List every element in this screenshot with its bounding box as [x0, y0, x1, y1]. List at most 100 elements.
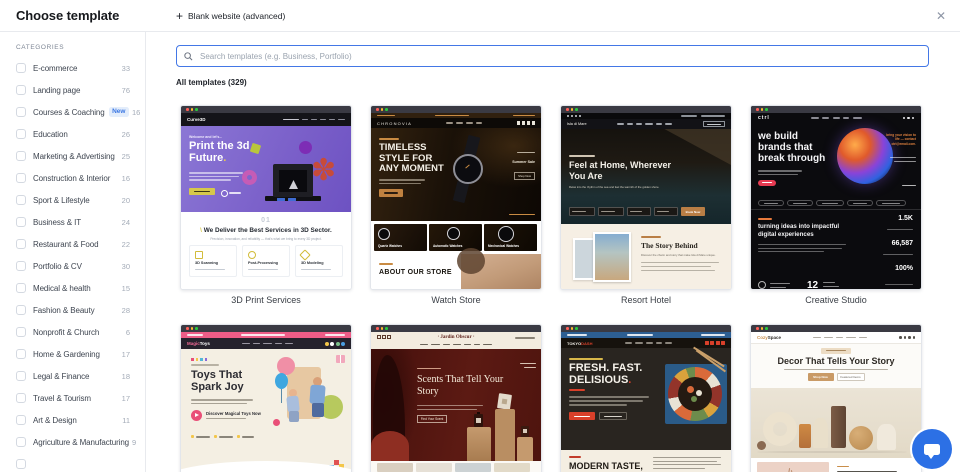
decorative-dots	[191, 358, 207, 361]
hero-heading: Feel at Home, Wherever You Are	[569, 160, 681, 182]
category-checkbox[interactable]	[16, 283, 26, 293]
hero-cta-label: Discover Magical Toys Now	[206, 411, 261, 416]
template-card-watch-store[interactable]: CHRONOVIA TIMELESS STYLE FOR ANY MOMENT	[370, 105, 542, 305]
template-card-toys[interactable]: MagicToys Toys That Spark Joy Discover M…	[180, 324, 352, 472]
category-checkbox[interactable]	[16, 239, 26, 249]
sidebar-item-travel-tourism[interactable]: Travel & Tourism17	[0, 387, 145, 409]
story-text: Discover the charm and story that make I…	[641, 253, 725, 257]
sidebar-item-landing-page[interactable]: Landing page76	[0, 79, 145, 101]
social-icons	[899, 336, 915, 339]
browser-bar	[751, 325, 921, 332]
sidebar-item-sport-lifestyle[interactable]: Sport & Lifestyle20	[0, 189, 145, 211]
sidebar-item-portfolio-cv[interactable]: Portfolio & CV30	[0, 255, 145, 277]
category-checkbox[interactable]	[16, 415, 26, 425]
site-logo: MagicToys	[187, 341, 210, 346]
category-checkbox[interactable]	[16, 393, 26, 403]
browser-bar	[371, 325, 541, 332]
browser-bar	[181, 325, 351, 332]
hero-tagline: Welcome and let's...	[189, 135, 222, 139]
category-checkbox[interactable]	[16, 327, 26, 337]
template-card-resort-hotel[interactable]: Isla di Mare Feel at Home, Wherever You …	[560, 105, 732, 305]
sidebar-item-agriculture-manufacturing[interactable]: Agriculture & Manufacturing9	[0, 431, 145, 453]
category-checkbox[interactable]	[16, 437, 26, 447]
category-checkbox[interactable]	[16, 217, 26, 227]
category-checkbox[interactable]	[16, 261, 26, 271]
chat-button[interactable]	[912, 429, 952, 469]
globe-icon	[758, 281, 766, 289]
hero-cta-graphic	[569, 412, 595, 420]
hero-cta-graphic	[758, 180, 776, 186]
plus-icon: +	[176, 10, 183, 22]
template-card-creative-studio[interactable]: ctrl we build brands that break through …	[750, 105, 922, 305]
template-thumbnail: Isla di Mare Feel at Home, Wherever You …	[560, 105, 732, 290]
social-icons	[517, 121, 536, 125]
sidebar-item-fashion-beauty[interactable]: Fashion & Beauty28	[0, 299, 145, 321]
sidebar-item-courses-coaching[interactable]: Courses & CoachingNew16	[0, 101, 145, 123]
about-heading: ABOUT OUR STORE	[379, 269, 452, 276]
browser-bar	[181, 106, 351, 113]
template-thumbnail: CHRONOVIA TIMELESS STYLE FOR ANY MOMENT	[370, 105, 542, 290]
decorative-lines	[811, 117, 862, 119]
template-card-perfume[interactable]: · Jardin Obscur · Scents That Tell Your …	[370, 324, 542, 472]
categories-heading: CATEGORIES	[16, 44, 145, 51]
section-heading: turning ideas into impactful digital exp…	[758, 223, 852, 239]
product-strip	[371, 461, 541, 472]
social-icons	[705, 341, 726, 345]
template-card-sushi[interactable]: TOKYODASH FRESH. FAST. DELISIOUS.	[560, 324, 732, 472]
site-logo: ctrl	[758, 115, 770, 121]
category-checkbox[interactable]	[16, 63, 26, 73]
sidebar-item-nonprofit-church[interactable]: Nonprofit & Church6	[0, 321, 145, 343]
template-thumbnail: ctrl we build brands that break through …	[750, 105, 922, 290]
announcement-bar	[371, 113, 541, 118]
hero-heading: we build brands that break through	[758, 132, 834, 164]
new-badge: New	[109, 107, 129, 117]
category-row-partial[interactable]	[0, 453, 145, 472]
feature-cards: 3D Scanning Post-Processing 3D Modeling	[189, 245, 343, 277]
sidebar-item-education[interactable]: Education26	[0, 123, 145, 145]
chat-bubble-icon	[924, 444, 940, 455]
play-button-graphic	[221, 190, 228, 197]
template-card-decor[interactable]: CozySpace Decor That Tells Your Story Sh…	[750, 324, 922, 472]
sidebar-item-ecommerce[interactable]: E-commerce33	[0, 57, 145, 79]
section-subtitle: Precision, innovation, and reliability —…	[181, 237, 351, 241]
shop-now-button-graphic: Shop Now	[808, 373, 834, 381]
sidebar-item-business-it[interactable]: Business & IT24	[0, 211, 145, 233]
hero-subheading: Relax into the rhythm of the sea and fee…	[569, 185, 659, 189]
template-name: Resort Hotel	[560, 295, 732, 305]
category-checkbox[interactable]	[16, 305, 26, 315]
category-checkbox[interactable]	[16, 151, 26, 161]
category-checkbox[interactable]	[16, 349, 26, 359]
hero-heading: Decor That Tells Your Story	[751, 356, 921, 366]
category-checkbox[interactable]	[16, 129, 26, 139]
social-icons	[903, 117, 915, 120]
sidebar-item-construction-interior[interactable]: Construction & Interior16	[0, 167, 145, 189]
category-checkbox[interactable]	[16, 371, 26, 381]
sidebar-item-medical-health[interactable]: Medical & health15	[0, 277, 145, 299]
close-icon[interactable]: ✕	[930, 5, 952, 27]
book-now-button-graphic: Book Now	[681, 207, 705, 216]
sidebar-item-art-design[interactable]: Art & Design11	[0, 409, 145, 431]
hero-cta-graphic	[379, 189, 403, 197]
template-card-3d-print-services[interactable]: Curve3D Welcome and let's... Print the 3…	[180, 105, 352, 305]
site-logo: Isla di Mare	[567, 122, 587, 126]
decorative-lines	[242, 343, 293, 345]
social-icons	[325, 342, 346, 346]
category-checkbox[interactable]	[16, 173, 26, 183]
search-input[interactable]	[198, 51, 921, 62]
template-name: Watch Store	[370, 295, 542, 305]
decorative-lines	[625, 342, 672, 344]
sidebar-item-marketing-advertising[interactable]: Marketing & Advertising25	[0, 145, 145, 167]
sidebar-item-home-gardening[interactable]: Home & Gardening17	[0, 343, 145, 365]
browser-bar	[751, 106, 921, 113]
category-checkbox[interactable]	[16, 459, 26, 469]
category-checkbox[interactable]	[16, 195, 26, 205]
section-heading: \ We Deliver the Best Services in 3D Sec…	[181, 227, 351, 234]
sidebar-item-restaurant-food[interactable]: Restaurant & Food22	[0, 233, 145, 255]
sidebar-item-legal-finance[interactable]: Legal & Finance18	[0, 365, 145, 387]
aside-text: bring your vision to life — contact ctrl…	[882, 133, 916, 146]
announcement-bar	[181, 332, 351, 338]
category-checkbox[interactable]	[16, 107, 26, 117]
category-checkbox[interactable]	[16, 85, 26, 95]
blank-website-button[interactable]: + Blank website (advanced)	[176, 0, 285, 31]
template-thumbnail: TOKYODASH FRESH. FAST. DELISIOUS.	[560, 324, 732, 472]
